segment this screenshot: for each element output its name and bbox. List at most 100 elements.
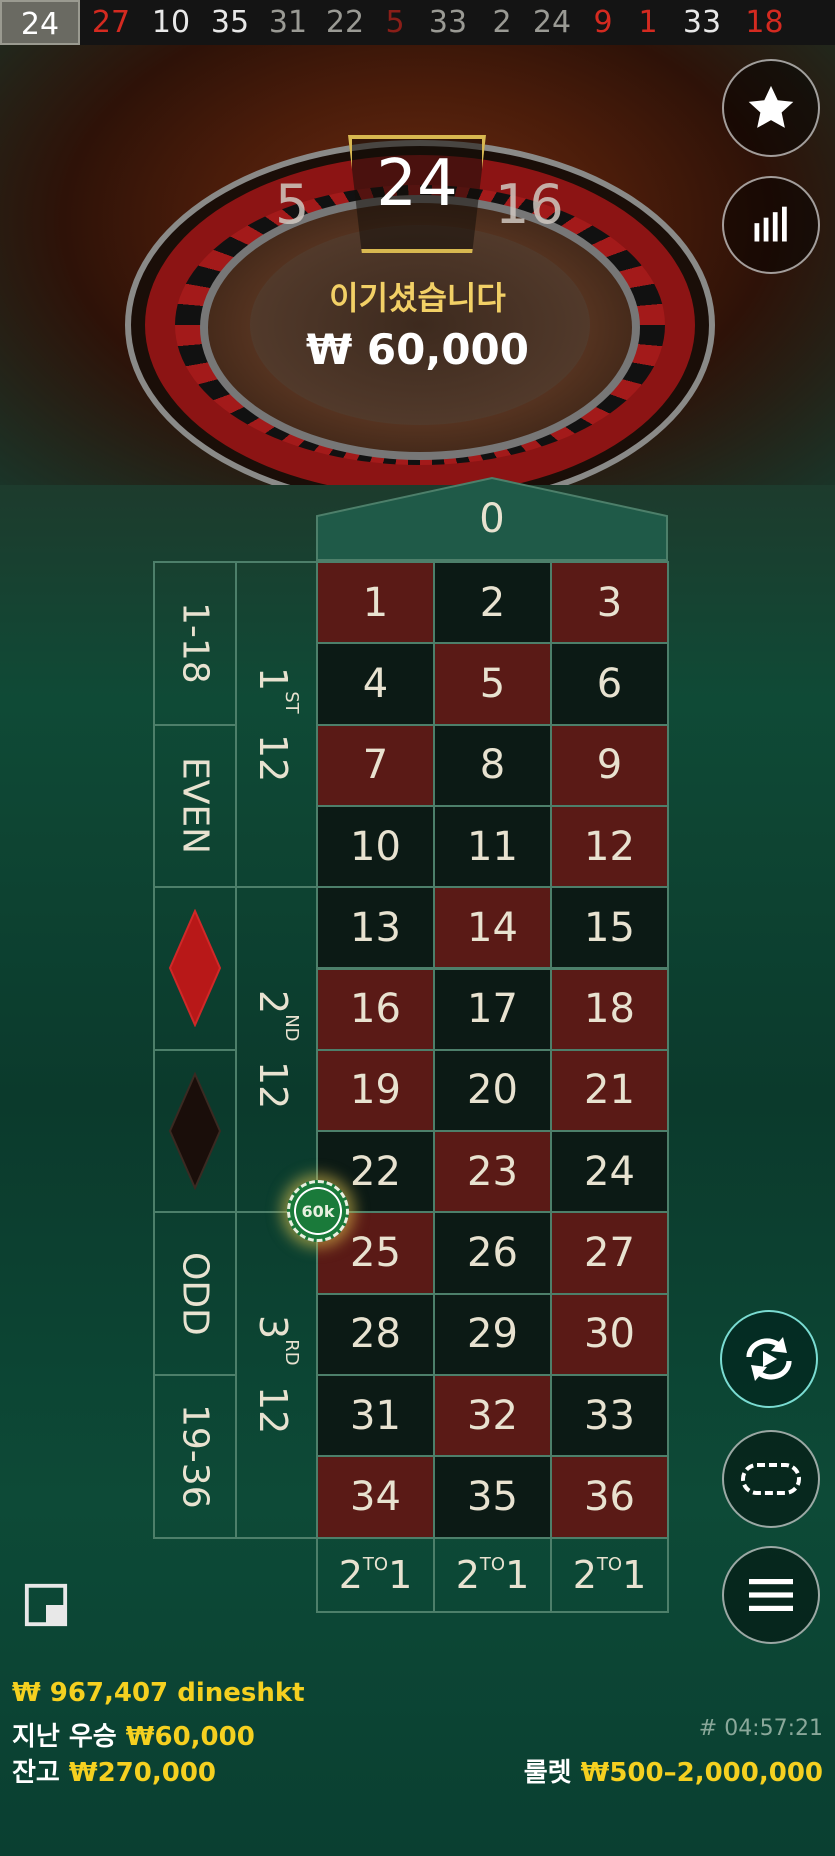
history-result: 24 [532,5,572,40]
column-to: TO [596,1553,623,1575]
column-one: 1 [388,1552,413,1597]
number-bet-8[interactable]: 8 [433,723,552,807]
zero-bet-spot[interactable]: 0 [316,476,668,561]
game-name: 룰렛 [523,1758,572,1788]
statistics-button[interactable] [722,176,820,274]
picture-in-picture-icon[interactable] [23,1582,69,1628]
number-bet-11[interactable]: 11 [433,804,552,889]
number-bet-5[interactable]: 5 [433,642,552,726]
balance-row: 잔고 ₩270,000 [12,1752,216,1789]
number-bet-31[interactable]: 31 [316,1374,435,1458]
dozen-twelve: 12 [251,1061,295,1110]
column-bet-3[interactable]: 2TO1 [550,1536,669,1613]
column-label: 2TO1 [573,1553,647,1597]
previous-neighbor-number: 5 [275,173,310,236]
number-bet-28[interactable]: 28 [316,1292,435,1376]
outside-bet-label: 19-36 [174,1403,216,1509]
column-bet-1[interactable]: 2TO1 [316,1536,435,1613]
number-bet-16[interactable]: 16 [316,967,435,1051]
number-bet-1[interactable]: 1 [316,561,435,645]
column-bet-2[interactable]: 2TO1 [433,1536,552,1613]
favorite-button[interactable] [722,59,820,157]
history-result: 33 [428,5,468,40]
dozen-twelve: 12 [251,733,295,783]
outside-bet-label: EVEN [174,757,216,855]
history-result: 22 [325,5,365,40]
number-bet-26[interactable]: 26 [433,1211,552,1295]
dozen-twelve: 12 [251,1386,295,1435]
menu-button[interactable] [722,1546,820,1644]
next-neighbor-number: 16 [495,173,564,236]
dozen-label: 1ST 12 [251,667,302,782]
number-bet-17[interactable]: 17 [433,967,552,1051]
history-result: 10 [151,5,191,40]
number-bet-30[interactable]: 30 [550,1292,669,1376]
column-to: TO [479,1553,506,1575]
last-win-label: 지난 우승 [12,1722,117,1752]
number-bet-14[interactable]: 14 [433,886,552,970]
black-bet[interactable] [153,1048,237,1214]
dozen-suffix: RD [281,1339,302,1367]
red-diamond-icon [168,909,222,1028]
dozen-bet-2[interactable]: 2ND 12 [235,886,318,1214]
outside-bet-label: 1-18 [174,602,216,685]
number-bet-23[interactable]: 23 [433,1130,552,1214]
number-bet-20[interactable]: 20 [433,1048,552,1133]
number-bet-4[interactable]: 4 [316,642,435,726]
number-bet-35[interactable]: 35 [433,1455,552,1539]
history-result: 27 [91,5,131,40]
column-label: 2TO1 [456,1553,530,1597]
placed-chip[interactable]: 60k [287,1180,349,1242]
outside-bet-label: ODD [174,1251,216,1336]
number-bet-15[interactable]: 15 [550,886,669,970]
number-bet-27[interactable]: 27 [550,1211,669,1295]
history-result: 35 [210,5,250,40]
number-bet-9[interactable]: 9 [550,723,669,807]
number-bet-33[interactable]: 33 [550,1374,669,1458]
number-bet-13[interactable]: 13 [316,886,435,970]
balance-value: ₩270,000 [68,1758,217,1788]
chip-selector-button[interactable] [722,1430,820,1528]
red-bet[interactable] [153,886,237,1051]
zero-label: 0 [479,496,505,542]
last-win-row: 지난 우승 ₩60,000 [12,1716,255,1753]
balance-and-username: ₩ 967,407 dineshkt [12,1678,305,1708]
last-win-value: ₩60,000 [125,1722,255,1752]
number-bet-29[interactable]: 29 [433,1292,552,1376]
dozen-label: 3RD 12 [251,1315,302,1434]
number-bet-19[interactable]: 19 [316,1048,435,1133]
high-19-36-bet[interactable]: 19-36 [153,1374,237,1539]
column-two: 2 [455,1552,480,1597]
dozen-suffix: ST [281,691,302,714]
game-round-id: # 04:57:21 [698,1716,823,1741]
number-bet-7[interactable]: 7 [316,723,435,807]
number-bet-2[interactable]: 2 [433,561,552,645]
menu-icon [749,1579,793,1611]
number-bet-32[interactable]: 32 [433,1374,552,1458]
win-amount: ₩ 60,000 [305,325,530,374]
column-two: 2 [572,1552,597,1597]
number-bet-36[interactable]: 36 [550,1455,669,1539]
repeat-bet-button[interactable] [720,1310,818,1408]
history-result: 5 [385,5,405,40]
number-bet-12[interactable]: 12 [550,804,669,889]
dozen-bet-1[interactable]: 1ST 12 [235,561,318,889]
bet-limits-value: ₩500–2,000,000 [580,1758,823,1788]
history-result: 9 [593,5,613,40]
number-bet-34[interactable]: 34 [316,1455,435,1539]
winning-number: 24 [376,147,458,221]
column-one: 1 [622,1552,647,1597]
even-bet[interactable]: EVEN [153,723,237,889]
number-bet-18[interactable]: 18 [550,967,669,1051]
low-1-18-bet[interactable]: 1-18 [153,561,237,726]
dozen-label: 2ND 12 [251,990,302,1110]
number-bet-3[interactable]: 3 [550,561,669,645]
odd-bet[interactable]: ODD [153,1211,237,1376]
number-bet-21[interactable]: 21 [550,1048,669,1133]
number-bet-10[interactable]: 10 [316,804,435,889]
win-message: 이기셨습니다 [329,279,506,317]
number-bet-24[interactable]: 24 [550,1130,669,1214]
dozen-bet-3[interactable]: 3RD 12 [235,1211,318,1539]
number-bet-6[interactable]: 6 [550,642,669,726]
history-result: 2 [492,5,512,40]
